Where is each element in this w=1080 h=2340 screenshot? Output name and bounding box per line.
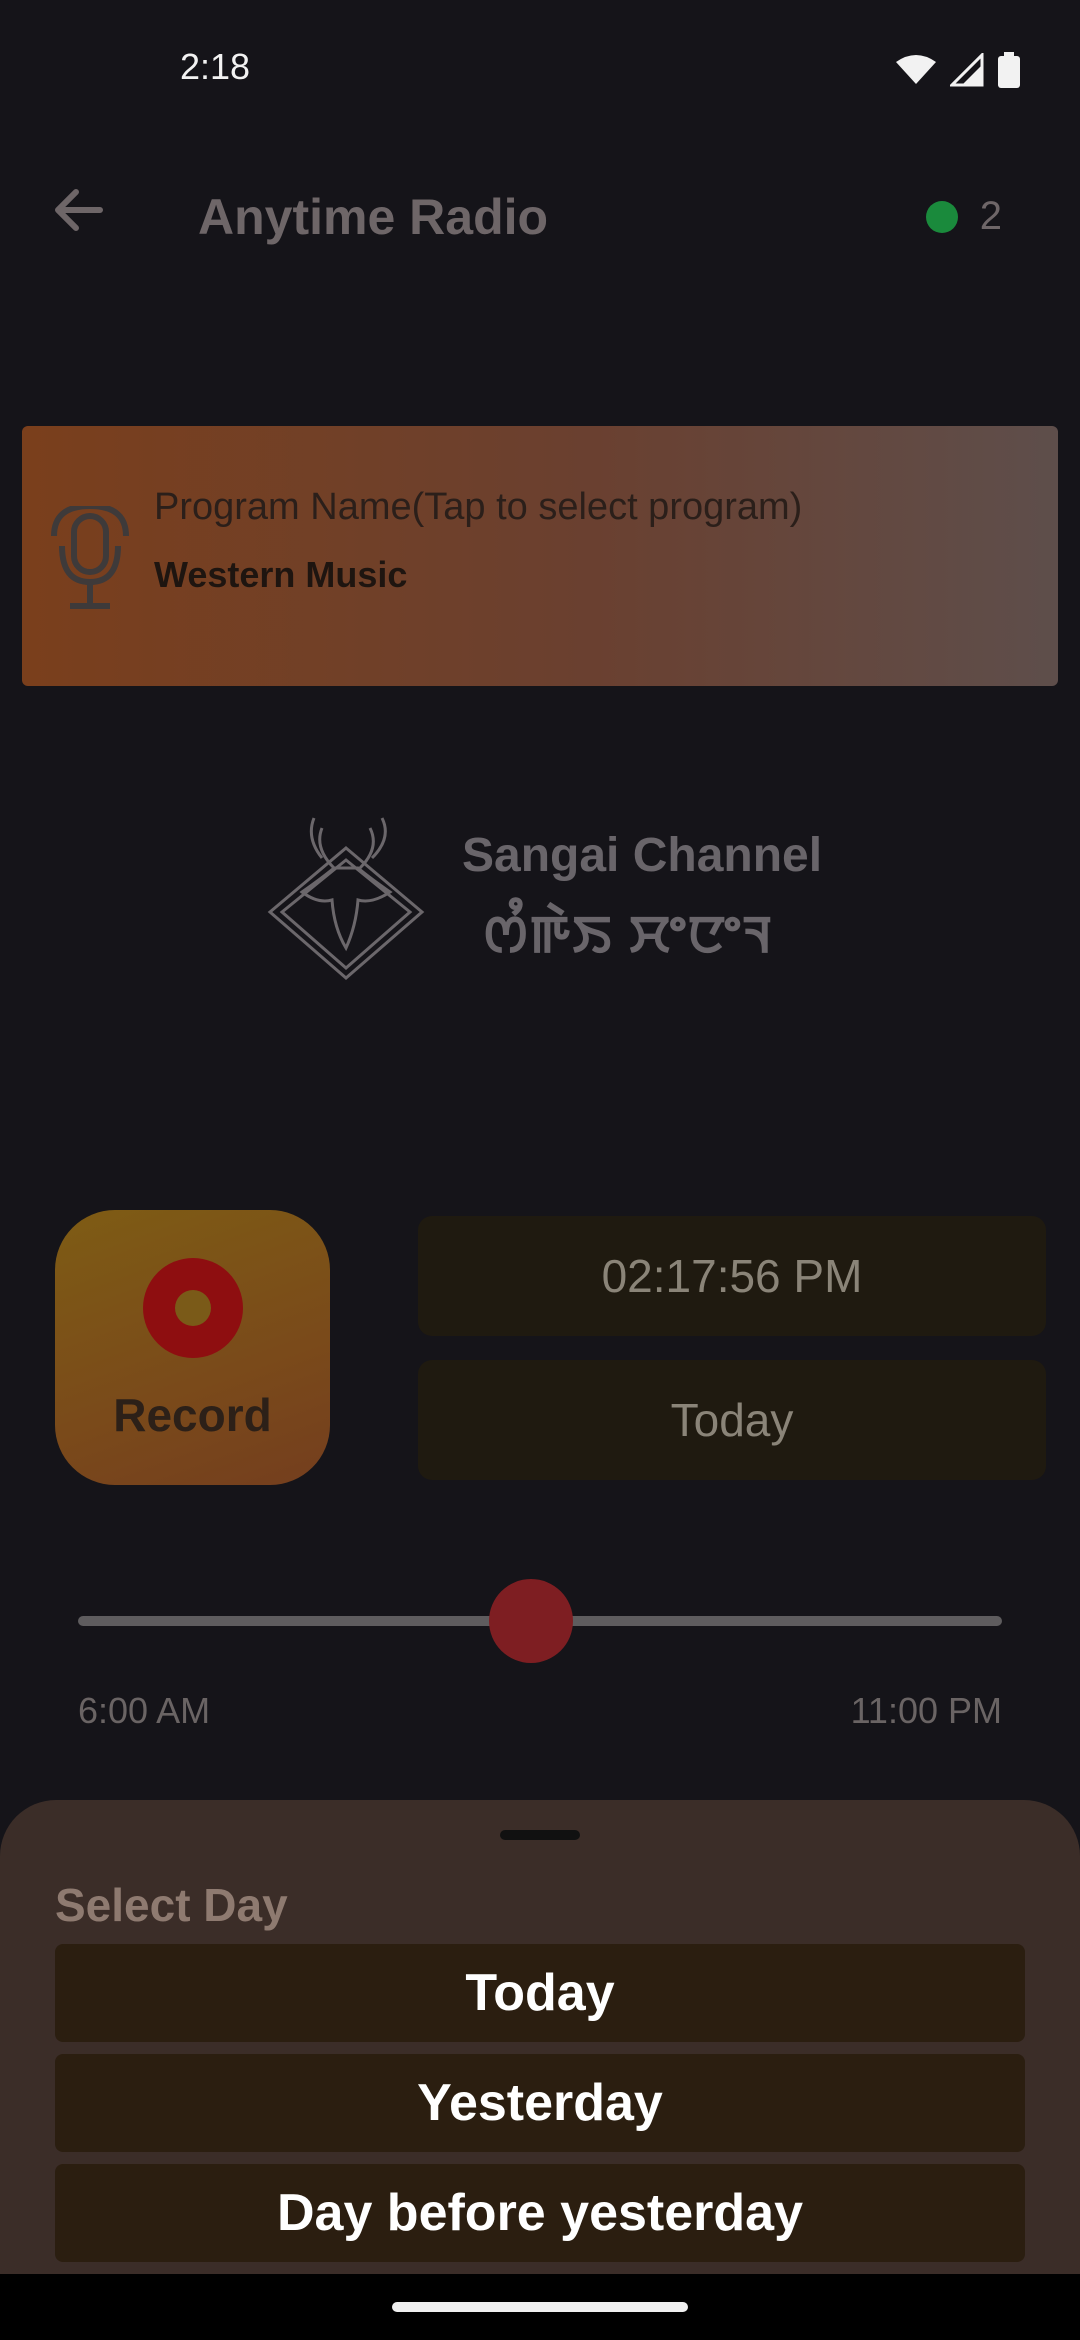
signal-icon [950,53,984,87]
day-display[interactable]: Today [418,1360,1046,1480]
record-icon [143,1258,243,1358]
program-value: Western Music [154,554,408,595]
back-arrow-icon[interactable] [48,180,108,240]
time-slider[interactable] [78,1579,1002,1663]
connection-indicator: 2 [925,194,1002,239]
status-icons [896,52,1020,88]
microphone-icon [51,506,129,609]
battery-icon [998,52,1020,88]
app-bar: Anytime Radio 2 [0,140,1080,290]
day-option-day-before-yesterday[interactable]: Day before yesterday [55,2164,1025,2262]
status-time: 2:18 [180,46,251,87]
deer-logo-icon [267,817,425,980]
wifi-icon [896,55,936,84]
home-handle[interactable] [392,2302,688,2312]
channel-script-name: ꯁꯪꯒꯥꯏ ꯆꯦꯅꯦꯜ [484,906,775,964]
sheet-drag-handle[interactable] [500,1830,580,1840]
listener-count: 2 [979,194,1002,238]
status-bar: 2:18 [0,0,1080,140]
app-title: Anytime Radio [198,189,549,245]
sheet-title: Select Day [55,1879,288,1931]
program-label: Program Name(Tap to select program) [154,486,803,528]
online-dot-icon [925,200,958,233]
channel-name: Sangai Channel [462,829,823,882]
program-selector[interactable]: Program Name(Tap to select program) West… [22,426,1058,686]
slider-start-label: 6:00 AM [78,1690,211,1731]
day-option-yesterday[interactable]: Yesterday [55,2054,1025,2152]
slider-end-label: 11:00 PM [850,1690,1002,1731]
slider-thumb[interactable] [488,1579,573,1663]
record-button[interactable]: Record [55,1210,330,1485]
time-display[interactable]: 02:17:56 PM [418,1216,1046,1336]
select-day-sheet: Select Day Today Yesterday Day before ye… [0,1800,1080,2274]
day-option-today[interactable]: Today [55,1944,1025,2042]
record-label: Record [113,1389,272,1441]
gesture-nav-bar [0,2274,1080,2340]
